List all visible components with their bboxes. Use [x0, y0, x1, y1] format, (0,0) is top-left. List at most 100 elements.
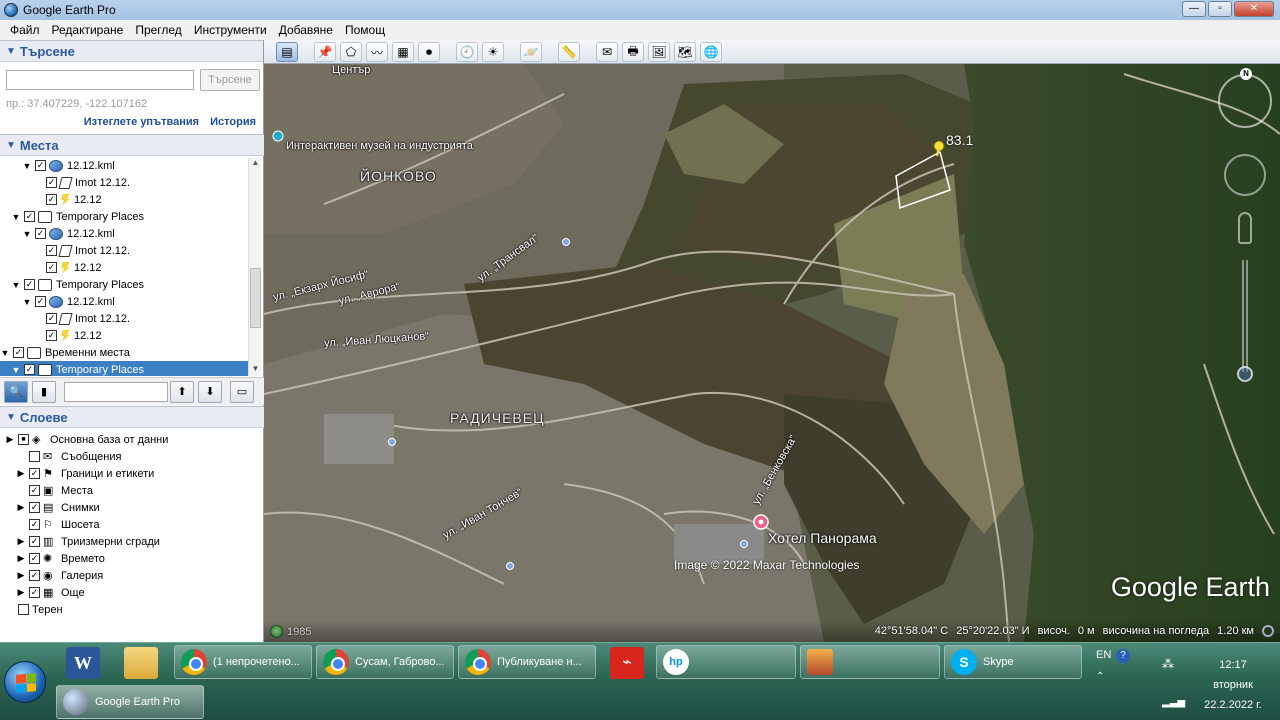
checkbox[interactable]: ✓: [29, 553, 40, 564]
task-skype[interactable]: S Skype: [944, 645, 1082, 679]
task-hp[interactable]: hp: [656, 645, 796, 679]
checkbox[interactable]: ✓: [29, 485, 40, 496]
checkbox[interactable]: ✓: [13, 347, 24, 358]
add-path-button[interactable]: 〰: [366, 42, 388, 62]
map-view-button[interactable]: 🗺: [674, 42, 696, 62]
places-item[interactable]: ▼ ✓ Temporary Places: [11, 208, 144, 225]
zoom-slider[interactable]: [1242, 260, 1248, 372]
checkbox[interactable]: ✓: [29, 536, 40, 547]
menu-add[interactable]: Добавяне: [273, 23, 339, 37]
places-item[interactable]: ▼ ✓ 12.12.kml: [22, 157, 115, 174]
language-indicator[interactable]: EN: [1096, 649, 1111, 661]
menu-view[interactable]: Преглед: [129, 23, 188, 37]
layer-item[interactable]: ▶ ✓ ◉ Галерия: [16, 567, 104, 584]
expand-arrow-icon[interactable]: ▶: [16, 502, 26, 513]
google-maps-button[interactable]: 🌐: [700, 42, 722, 62]
print-button[interactable]: 🖶: [622, 42, 644, 62]
checkbox[interactable]: ✓: [29, 468, 40, 479]
add-overlay-button[interactable]: ▦: [392, 42, 414, 62]
directions-link[interactable]: Изтеглете упътвания: [84, 116, 199, 128]
ruler-button[interactable]: 📏: [558, 42, 580, 62]
layer-item[interactable]: ▶ ■ ◈ Основна база от данни: [5, 431, 169, 448]
checkbox[interactable]: ✓: [46, 313, 57, 324]
save-image-button[interactable]: 🖼: [648, 42, 670, 62]
checkbox[interactable]: ✓: [24, 364, 35, 375]
places-item[interactable]: ✓ 12.12: [33, 327, 102, 344]
expand-arrow-icon[interactable]: ▼: [22, 229, 32, 239]
move-up-button[interactable]: ⬆: [170, 381, 194, 403]
checkbox[interactable]: ✓: [35, 228, 46, 239]
checkbox[interactable]: ✓: [29, 587, 40, 598]
expand-arrow-icon[interactable]: ▼: [0, 348, 10, 358]
email-button[interactable]: ✉: [596, 42, 618, 62]
expand-arrow-icon[interactable]: ▼: [11, 212, 21, 222]
compass-north-icon[interactable]: N: [1240, 68, 1252, 80]
expand-arrow-icon[interactable]: ▶: [16, 570, 26, 581]
search-places-button[interactable]: 🔍: [4, 381, 28, 403]
expand-arrow-icon[interactable]: ▶: [16, 553, 26, 564]
collapse-triangle-icon[interactable]: ▼: [6, 140, 16, 151]
collapse-triangle-icon[interactable]: ▼: [6, 46, 16, 57]
map-view[interactable]: Център Интерактивен музей на индустрията…: [264, 64, 1280, 642]
maximize-button[interactable]: ▫: [1208, 1, 1232, 17]
add-placemark-button[interactable]: 📌: [314, 42, 336, 62]
checkbox[interactable]: ✓: [35, 296, 46, 307]
places-item[interactable]: ▼ ✓ Temporary Places: [0, 361, 248, 376]
places-item[interactable]: ▼ ✓ Temporary Places: [11, 276, 144, 293]
expand-arrow-icon[interactable]: ▼: [22, 161, 32, 171]
checkbox[interactable]: [29, 451, 40, 462]
explorer-icon[interactable]: [124, 647, 158, 679]
places-item[interactable]: ✓ Imot 12.12.: [33, 310, 130, 327]
scroll-up-icon[interactable]: ▲: [249, 158, 262, 170]
layers-panel-header[interactable]: ▼ Слоеве: [0, 406, 264, 428]
checkbox[interactable]: ✓: [46, 194, 57, 205]
scroll-thumb[interactable]: [250, 268, 261, 328]
layer-item[interactable]: ▶ ✓ ✺ Времето: [16, 550, 105, 567]
look-joystick[interactable]: [1224, 154, 1266, 196]
expand-arrow-icon[interactable]: ▼: [22, 297, 32, 307]
close-button[interactable]: ✕: [1234, 1, 1274, 17]
expand-arrow-icon[interactable]: ▼: [11, 280, 21, 290]
places-item[interactable]: ✓ 12.12: [33, 191, 102, 208]
folder-menu-button[interactable]: ▭: [230, 381, 254, 403]
street-view-pegman-icon[interactable]: [1238, 212, 1252, 244]
zoom-slider-knob[interactable]: [1237, 366, 1253, 382]
minimize-button[interactable]: —: [1182, 1, 1206, 17]
add-polygon-button[interactable]: ⬠: [340, 42, 362, 62]
task-chrome-2[interactable]: Сусам, Габрово...: [316, 645, 454, 679]
checkbox[interactable]: ✓: [46, 177, 57, 188]
checkbox[interactable]: ✓: [24, 211, 35, 222]
historical-imagery-button[interactable]: 🕘: [456, 42, 478, 62]
places-scrollbar[interactable]: ▲ ▼: [248, 158, 261, 376]
checkbox[interactable]: ✓: [29, 502, 40, 513]
compass-ring[interactable]: N: [1218, 68, 1272, 128]
checkbox[interactable]: ✓: [24, 279, 35, 290]
layer-item[interactable]: ▶ ✓ ▤ Снимки: [16, 499, 100, 516]
sidebar-toggle-button[interactable]: ▤: [276, 42, 298, 62]
places-panel-header[interactable]: ▼ Места: [0, 134, 264, 156]
placemark-label[interactable]: 83.1: [946, 132, 973, 148]
expand-arrow-icon[interactable]: ▼: [11, 365, 21, 375]
collapse-triangle-icon[interactable]: ▼: [6, 412, 16, 423]
checkbox[interactable]: [18, 604, 29, 615]
places-item[interactable]: ✓ Imot 12.12.: [33, 242, 130, 259]
places-item[interactable]: ✓ 12.12: [33, 259, 102, 276]
places-item[interactable]: ▼ ✓ Временни места: [0, 344, 130, 361]
word-icon[interactable]: W: [66, 647, 100, 679]
help-icon[interactable]: ?: [1116, 649, 1130, 663]
checkbox[interactable]: ✓: [46, 245, 57, 256]
signal-icon[interactable]: ▂▃▅: [1162, 697, 1185, 708]
layer-item[interactable]: ✓ ⚐ Шосета: [16, 516, 99, 533]
switch-planet-button[interactable]: 🪐: [520, 42, 542, 62]
places-item[interactable]: ▼ ✓ 12.12.kml: [22, 225, 115, 242]
record-tour-button[interactable]: ⏺: [418, 42, 440, 62]
menu-tools[interactable]: Инструменти: [188, 23, 273, 37]
task-google-earth-pro[interactable]: Google Earth Pro: [56, 685, 204, 719]
checkbox[interactable]: ✓: [46, 262, 57, 273]
checkbox[interactable]: ■: [18, 434, 29, 445]
checkbox[interactable]: ✓: [35, 160, 46, 171]
expand-arrow-icon[interactable]: ▶: [16, 468, 26, 479]
layer-item[interactable]: ▶ ✓ ▥ Триизмерни сгради: [16, 533, 160, 550]
places-item[interactable]: ▼ ✓ 12.12.kml: [22, 293, 115, 310]
checkbox[interactable]: ✓: [29, 519, 40, 530]
